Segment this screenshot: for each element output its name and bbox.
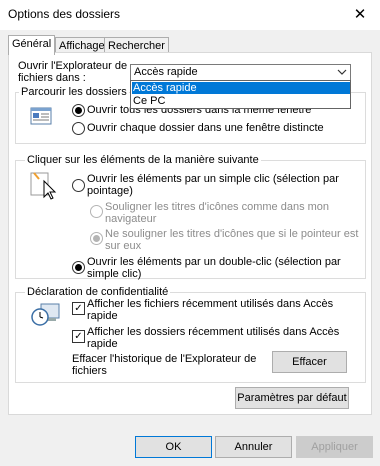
radio-single-click[interactable] [72,179,85,192]
open-explorer-label-line2: fichiers dans : [18,72,86,84]
underline-always-line2: navigateur [105,213,157,225]
privacy-clock-icon [31,302,63,331]
click-behaviour-title: Cliquer sur les éléments de la manière s… [25,154,261,167]
combo-dropdown-list: Accès rapide Ce PC [130,80,351,109]
option-acces-rapide[interactable]: Accès rapide [132,82,350,94]
cancel-button[interactable]: Annuler [215,436,292,458]
separate-window-label: Ouvrir chaque dossier dans une fenêtre d… [87,122,324,134]
recent-files-line2: rapide [87,310,118,322]
recent-files-line1: Afficher les fichiers récemment utilisés… [87,298,334,310]
restore-defaults-button[interactable]: Paramètres par défaut [235,387,349,409]
window-title: Options des dossiers [8,7,121,21]
option-ce-pc[interactable]: Ce PC [132,95,350,107]
open-explorer-combobox[interactable]: Accès rapide [130,64,351,81]
underline-on-point-line1: Ne souligner les titres d'icônes que si … [105,228,359,240]
radio-same-window[interactable] [72,104,85,117]
clear-history-button[interactable]: Effacer [272,351,347,373]
browse-folders-title: Parcourir les dossiers [19,86,129,99]
ok-button[interactable]: OK [135,436,212,458]
double-click-label-line2: simple clic) [87,268,142,280]
radio-double-click[interactable] [72,261,85,274]
radio-separate-window[interactable] [72,122,85,135]
single-click-label-line2: pointage) [87,185,133,197]
combo-value: Accès rapide [134,66,198,78]
underline-on-point-line2: sur eux [105,240,142,252]
pointer-click-icon [29,171,59,204]
apply-button[interactable]: Appliquer [296,436,373,458]
checkbox-recent-files[interactable]: ✓ [72,302,85,315]
radio-underline-always[interactable] [90,205,103,218]
checkbox-recent-folders[interactable]: ✓ [72,330,85,343]
tab-general[interactable]: Général [8,35,56,55]
recent-folders-line2: rapide [87,338,118,350]
clear-history-line2: fichiers [72,365,107,377]
close-icon[interactable]: ✕ [350,5,370,25]
radio-underline-on-point[interactable] [90,232,103,245]
recent-folders-line1: Afficher les dossiers récemment utilisés… [87,326,340,338]
folder-window-icon [30,107,52,128]
